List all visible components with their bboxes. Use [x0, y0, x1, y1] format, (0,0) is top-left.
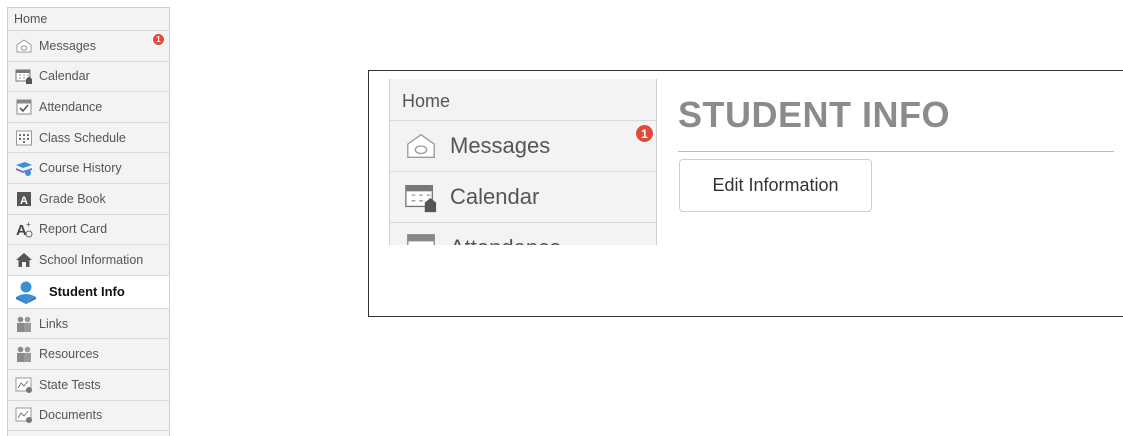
attendance-icon [16, 99, 32, 115]
sidebar-item-state-tests[interactable]: State Tests [8, 370, 169, 401]
sidebar-item-calendar[interactable]: Calendar [390, 172, 656, 223]
sidebar-item-messages[interactable]: Messages 1 [390, 121, 656, 172]
sidebar-item-label: Calendar [450, 184, 540, 209]
chart-icon [15, 407, 32, 424]
sidebar-item-label: Grade Book [39, 191, 106, 206]
sidebar-item-label: Attendance [450, 235, 561, 245]
sidebar-item-course-history[interactable]: Course History [8, 153, 169, 184]
zoomed-sidebar-nav: Home Messages 1 Calendar Attenda [389, 79, 657, 245]
sidebar-item-label: School Information [39, 252, 144, 267]
svg-text:+: + [26, 220, 31, 229]
sidebar-item-links[interactable]: Links [8, 309, 169, 340]
unread-badge: 1 [153, 34, 164, 45]
sidebar-item-report-card[interactable]: A + Report Card [8, 215, 169, 246]
sidebar-item-label: Home [14, 12, 48, 26]
schedule-icon [16, 130, 32, 146]
title-divider [678, 151, 1114, 152]
sidebar-item-grade-book[interactable]: A Grade Book [8, 184, 169, 215]
sidebar-item-documents[interactable]: Documents [8, 401, 169, 432]
school-icon [16, 252, 32, 267]
sidebar-item-label: Course History [39, 161, 122, 176]
books-icon [16, 162, 32, 177]
attendance-icon [407, 234, 435, 245]
sidebar-item-attendance[interactable]: Attendance [390, 223, 656, 245]
sidebar-item-label: Attendance [39, 99, 103, 114]
report-card-icon: A + [16, 220, 33, 238]
sidebar-item-class-schedule[interactable]: Class Schedule [8, 123, 169, 154]
student-icon [16, 281, 36, 304]
svg-text:A: A [20, 195, 28, 207]
sidebar-item-resources[interactable]: Resources [8, 339, 169, 370]
sidebar-item-label: Documents [39, 408, 103, 423]
sidebar-item-home[interactable]: Home [8, 8, 169, 31]
people-icon [17, 316, 31, 332]
people-icon [17, 346, 31, 363]
sidebar-item-label: State Tests [39, 377, 101, 392]
edit-information-button[interactable]: Edit Information [679, 159, 872, 212]
unread-badge: 1 [636, 125, 653, 142]
sidebar-item-messages[interactable]: Messages 1 [8, 31, 169, 62]
sidebar-item-label: Calendar [39, 69, 90, 84]
envelope-icon [407, 133, 435, 158]
sidebar-item-student-info[interactable]: Student Info [8, 275, 169, 309]
calendar-icon [15, 69, 32, 85]
sidebar-item-label: Links [39, 316, 69, 331]
sidebar-item-home[interactable]: Home [390, 79, 656, 121]
sidebar-item-label: Resources [39, 347, 99, 362]
sidebar-item-school-information[interactable]: School Information [8, 245, 169, 276]
zoomed-view-panel: Home Messages 1 Calendar Attenda [368, 70, 1123, 317]
chart-icon [15, 377, 32, 393]
sidebar-item-label: Messages [450, 133, 551, 158]
sidebar-nav: Home Messages 1 Calendar Attendance Clas… [7, 7, 170, 436]
envelope-icon [16, 39, 32, 53]
sidebar-item-attendance[interactable]: Attendance [8, 92, 169, 123]
page-title: STUDENT INFO [678, 94, 950, 135]
sidebar-item-label: Messages [39, 38, 96, 53]
sidebar-item-calendar[interactable]: Calendar [8, 62, 169, 93]
sidebar-item-label: Home [402, 91, 451, 111]
gradebook-icon: A [17, 191, 31, 207]
sidebar-item-label: Student Info [49, 284, 125, 300]
sidebar-item-label: Class Schedule [39, 130, 126, 145]
calendar-icon [405, 185, 437, 213]
sidebar-item-label: Report Card [39, 222, 108, 237]
